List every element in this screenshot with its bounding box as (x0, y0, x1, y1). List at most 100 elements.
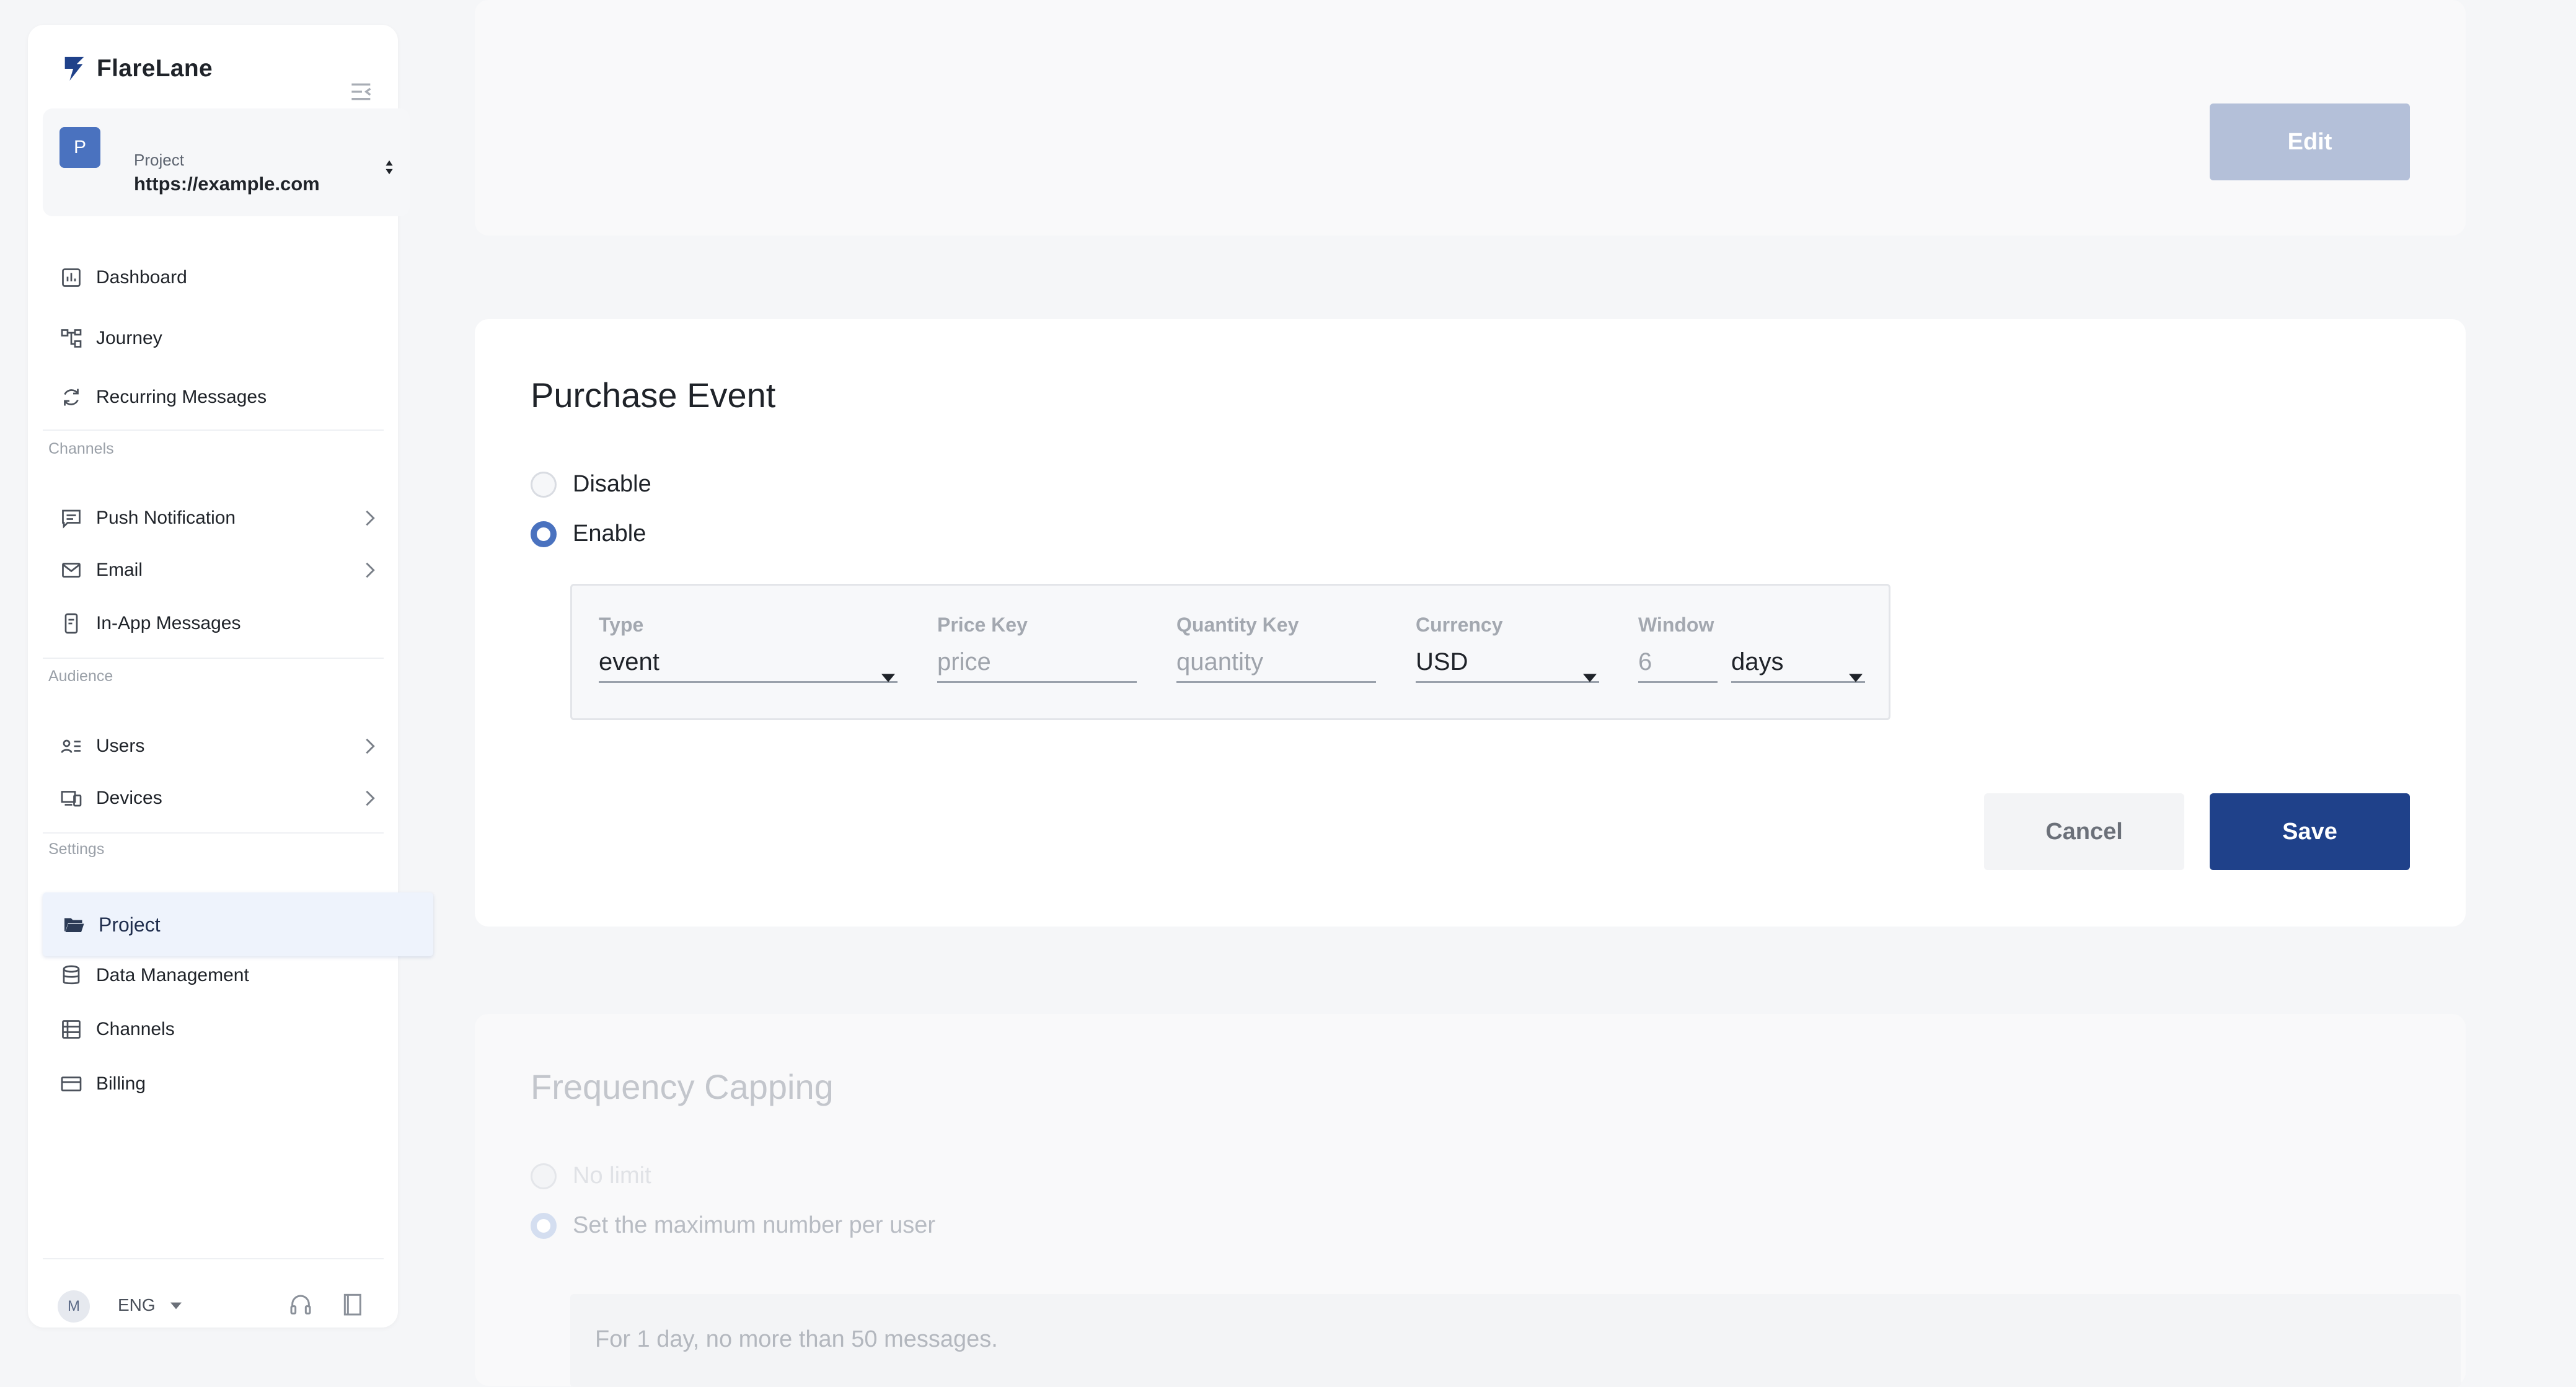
divider (43, 658, 384, 659)
nav-item-journey[interactable]: Journey (60, 320, 395, 357)
radio-label: Disable (573, 471, 651, 497)
divider (43, 832, 384, 834)
purchase-event-card: Purchase Event Disable Enable Type event… (475, 319, 2466, 927)
users-icon (60, 735, 82, 757)
window-input[interactable]: 6 (1638, 646, 1718, 683)
nav-item-data-management[interactable]: Data Management (60, 957, 395, 994)
nav-label: In-App Messages (96, 613, 241, 633)
radio-max-per-user[interactable]: Set the maximum number per user (531, 1212, 935, 1239)
caret-down-icon (881, 661, 895, 682)
nav-item-devices[interactable]: Devices (60, 780, 395, 817)
sidebar: FlareLane P Project https://example.com … (28, 25, 433, 1328)
currency-select[interactable]: USD (1416, 646, 1599, 683)
chart-icon (60, 266, 82, 289)
radio-circle[interactable] (531, 471, 557, 498)
radio-circle-selected[interactable] (531, 1212, 557, 1239)
radio-no-limit[interactable]: No limit (531, 1163, 651, 1189)
section-label-settings: Settings (48, 840, 105, 858)
radio-enable[interactable]: Enable (531, 521, 646, 547)
headset-icon[interactable] (288, 1292, 313, 1319)
field-label: Quantity Key (1176, 614, 1299, 636)
card-title: Purchase Event (531, 376, 776, 415)
project-kicker: Project (134, 151, 184, 169)
nav-label: Users (96, 736, 145, 756)
nav-label: Billing (96, 1073, 146, 1094)
type-select[interactable]: event (599, 646, 898, 683)
nav-item-push-notification[interactable]: Push Notification (60, 500, 395, 537)
caret-down-icon (1583, 661, 1597, 682)
chevron-right-icon (364, 561, 376, 579)
save-button[interactable]: Save (2210, 793, 2410, 870)
card-icon (60, 1073, 82, 1095)
nav-label: Channels (96, 1019, 175, 1039)
logo[interactable]: FlareLane (62, 55, 213, 83)
purchase-event-fields: Type event Price Key price Quantity Key … (570, 584, 1890, 720)
edit-button[interactable]: Edit (2210, 103, 2410, 180)
price-key-input[interactable]: price (937, 646, 1137, 683)
folder-icon (63, 914, 85, 936)
nav-label: Journey (96, 328, 162, 348)
nav-item-dashboard[interactable]: Dashboard (60, 259, 395, 296)
project-switcher[interactable]: P Project https://example.com (43, 108, 410, 216)
quantity-key-input[interactable]: quantity (1176, 646, 1376, 683)
field-label: Currency (1416, 614, 1503, 636)
radio-disable[interactable]: Disable (531, 471, 651, 498)
radio-circle[interactable] (531, 1163, 557, 1189)
chevron-right-icon (364, 737, 376, 755)
flow-icon (60, 327, 82, 350)
card-title: Frequency Capping (531, 1067, 834, 1106)
radio-circle-selected[interactable] (531, 521, 557, 547)
chevron-right-icon (364, 509, 376, 527)
divider (43, 429, 384, 431)
collapse-sidebar-icon[interactable] (350, 81, 374, 103)
refresh-icon (60, 386, 82, 408)
nav-item-project[interactable]: Project (63, 906, 397, 943)
radio-label: No limit (573, 1163, 651, 1189)
nav-label: Dashboard (96, 267, 187, 288)
project-avatar: P (60, 127, 100, 168)
quantity-key-field: Quantity Key quantity (1176, 614, 1376, 683)
frequency-summary-box: For 1 day, no more than 50 messages. (570, 1294, 2461, 1387)
phone-icon (60, 612, 82, 635)
devices-icon (60, 787, 82, 809)
updown-chevron-icon (385, 159, 394, 175)
nav-label: Devices (96, 788, 162, 808)
section-label-audience: Audience (48, 667, 113, 685)
cancel-button[interactable]: Cancel (1984, 793, 2184, 870)
nav-label: Project (99, 913, 161, 936)
flarelane-logo-icon (62, 55, 87, 83)
database-icon (60, 964, 82, 987)
field-label: Price Key (937, 614, 1028, 636)
nav-item-billing[interactable]: Billing (60, 1065, 395, 1103)
mail-icon (60, 559, 82, 581)
frequency-capping-card: Frequency Capping No limit Set the maxim… (475, 1014, 2466, 1387)
nav-label: Data Management (96, 965, 249, 985)
language-select[interactable]: ENG (118, 1295, 156, 1315)
caret-down-icon (170, 1301, 182, 1310)
frequency-summary: For 1 day, no more than 50 messages. (595, 1326, 998, 1352)
nav-item-in-app-messages[interactable]: In-App Messages (60, 605, 395, 642)
app-name: FlareLane (97, 55, 213, 82)
nav-label: Push Notification (96, 508, 236, 528)
chevron-right-icon (364, 789, 376, 808)
window-unit-select[interactable]: days (1731, 646, 1865, 683)
type-value: event (599, 648, 659, 676)
window-unit-field: days (1731, 614, 1865, 683)
currency-value: USD (1416, 648, 1468, 676)
divider (43, 1258, 384, 1259)
message-icon (60, 507, 82, 529)
field-label: Type (599, 614, 644, 636)
nav-item-users[interactable]: Users (60, 728, 395, 765)
nav-item-recurring-messages[interactable]: Recurring Messages (60, 379, 395, 416)
field-label: Window (1638, 614, 1714, 636)
user-avatar[interactable]: M (58, 1290, 90, 1323)
window-unit-value: days (1731, 648, 1784, 676)
nav-item-email[interactable]: Email (60, 552, 395, 589)
nav-item-channels[interactable]: Channels (60, 1011, 395, 1048)
price-key-field: Price Key price (937, 614, 1137, 683)
project-url: https://example.com (134, 173, 320, 195)
caret-down-icon (1849, 661, 1863, 682)
nav-label: Recurring Messages (96, 387, 267, 407)
type-field: Type event (599, 614, 898, 683)
document-icon[interactable] (340, 1292, 364, 1319)
